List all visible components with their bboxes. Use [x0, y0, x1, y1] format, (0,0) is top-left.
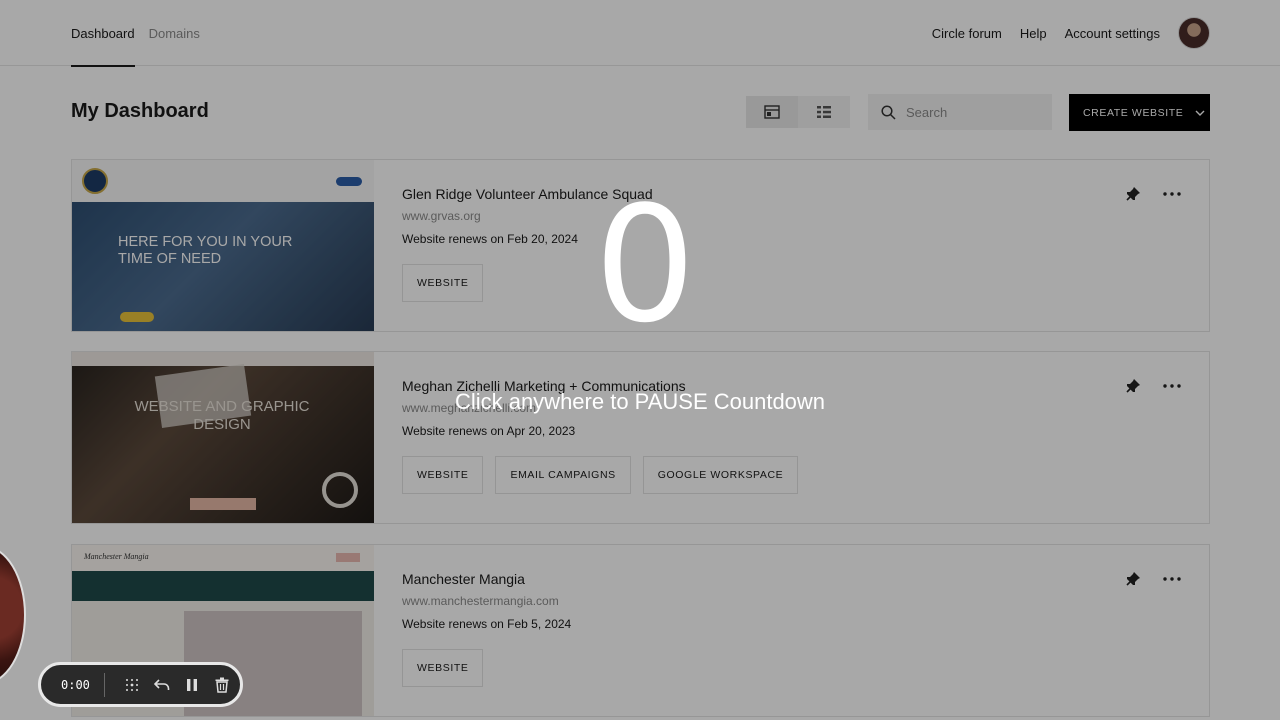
trash-icon	[215, 677, 229, 693]
countdown-number: 0	[594, 171, 696, 358]
pause-button[interactable]	[177, 670, 207, 700]
pause-instruction: Click anywhere to PAUSE Countdown	[454, 389, 826, 414]
undo-button[interactable]	[147, 670, 177, 700]
drawing-tools-button[interactable]	[117, 670, 147, 700]
recording-controls: 0:00	[38, 662, 243, 707]
recording-timer: 0:00	[61, 677, 90, 692]
pause-icon	[186, 678, 197, 691]
undo-icon	[153, 678, 170, 690]
dotted-grid-icon	[125, 678, 138, 691]
countdown-overlay[interactable]	[0, 0, 1280, 720]
divider	[103, 672, 105, 697]
delete-button[interactable]	[207, 670, 237, 700]
